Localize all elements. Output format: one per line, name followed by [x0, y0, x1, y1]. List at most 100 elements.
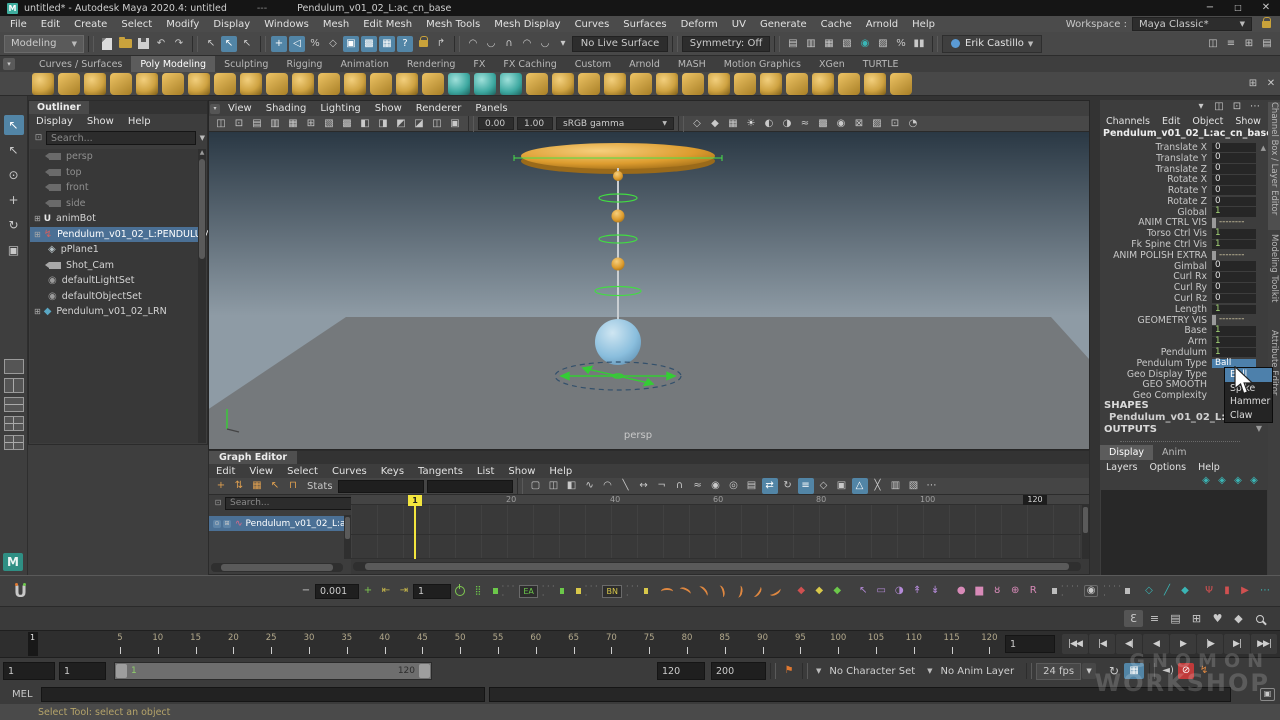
shelf-item-cylinder-icon[interactable]	[84, 73, 106, 95]
channel-row-torso-ctrl-vis[interactable]: Torso Ctrl Vis1	[1100, 228, 1268, 239]
channel-row-translate-x[interactable]: Translate X0	[1100, 142, 1268, 153]
pause-viewport-icon[interactable]: ▮▮	[911, 36, 927, 52]
shelf-item-separate-icon[interactable]	[552, 73, 574, 95]
shelf-tab-poly-modeling[interactable]: Poly Modeling	[131, 56, 215, 72]
cb-menu-edit[interactable]: Edit	[1156, 116, 1186, 127]
animbot-increment-button[interactable]: +	[360, 583, 376, 599]
post-infinity-icon[interactable]: ▧	[906, 478, 922, 494]
hyperbolic-spread-icon[interactable]: ◫	[1211, 99, 1227, 115]
shelf-item-mirror-icon[interactable]	[890, 73, 912, 95]
animbot-rig-tools-icon[interactable]: ⊞	[1187, 610, 1206, 627]
menu-mesh-display[interactable]: Mesh Display	[487, 19, 567, 30]
outliner-item-defaultobjectset[interactable]: ◉defaultObjectSet	[30, 289, 198, 305]
safe-action-icon[interactable]: ◫	[429, 116, 445, 132]
sound-mute-icon[interactable]: ◄)	[1160, 663, 1176, 679]
play-forwards-button[interactable]: ▶	[1170, 634, 1196, 654]
clamped-tangents-icon[interactable]: ◠	[600, 478, 616, 494]
channel-row-pendulum[interactable]: Pendulum1	[1100, 347, 1268, 358]
animbot-expression-icon[interactable]: Ɛ	[1124, 610, 1143, 627]
minimize-button[interactable]: −	[1197, 0, 1223, 16]
ease-slider-end-icon[interactable]	[560, 588, 565, 594]
live-surface-field[interactable]: No Live Surface	[572, 36, 668, 52]
safe-title-icon[interactable]: ▣	[447, 116, 463, 132]
shelf-tab-motion-graphics[interactable]: Motion Graphics	[715, 56, 810, 72]
curve-snap-b-icon[interactable]: ◡	[537, 36, 553, 52]
auto-frame-icon[interactable]: ⇄	[762, 478, 778, 494]
viewport-menu-renderer[interactable]: Renderer	[409, 103, 469, 114]
command-result-field[interactable]	[489, 687, 1231, 702]
channel-value-field[interactable]: 1	[1212, 326, 1256, 336]
channel-row-base[interactable]: Base1	[1100, 326, 1268, 337]
select-component-icon[interactable]: ↖	[239, 36, 255, 52]
menu-create[interactable]: Create	[67, 19, 114, 30]
exposure-icon-icon[interactable]: ⊡	[887, 116, 903, 132]
bookmark-flag-icon[interactable]: ⚑	[781, 663, 797, 679]
channel-row-translate-z[interactable]: Translate Z0	[1100, 164, 1268, 175]
menu-windows[interactable]: Windows	[257, 19, 316, 30]
plateau-tangent-icon[interactable]	[767, 583, 783, 599]
step-fwd-key-button[interactable]: ▶|	[1224, 634, 1250, 654]
shelf-item-gear-icon[interactable]	[318, 73, 340, 95]
empty-layer-icon[interactable]: ◈	[1231, 475, 1245, 487]
four-pane-layout-button[interactable]	[4, 416, 24, 431]
shelf-item-soccer-ball-icon[interactable]	[344, 73, 366, 95]
key-diamond-icon[interactable]: ◆	[1177, 583, 1193, 599]
outliner-item-pplane1[interactable]: ◈pPlane1	[30, 242, 198, 258]
playback-start-field[interactable]	[59, 662, 106, 680]
lattice-deform-keys-icon[interactable]: ▦	[249, 478, 265, 494]
shelf-item-bridge-icon[interactable]	[812, 73, 834, 95]
channel-row-translate-y[interactable]: Translate Y0	[1100, 153, 1268, 164]
outliner-item-side[interactable]: side	[30, 196, 198, 212]
hypershade-icon[interactable]: ▧	[839, 36, 855, 52]
shadows-toggle-icon[interactable]: ◐	[761, 116, 777, 132]
outliner-item-persp[interactable]: persp	[30, 149, 198, 165]
break-tangents-icon[interactable]: ↻	[780, 478, 796, 494]
ipr-render-icon[interactable]: ▥	[803, 36, 819, 52]
two-pane-layout-button[interactable]	[4, 378, 24, 393]
shelf-item-edge-flow-icon[interactable]	[708, 73, 730, 95]
go-to-start-button[interactable]: |◀◀	[1062, 634, 1088, 654]
outliner-scrollbar[interactable]: ▲	[198, 149, 206, 443]
time-tick-50[interactable]: 50	[445, 633, 475, 643]
time-tick-25[interactable]: 25	[256, 633, 286, 643]
select-hierarchy-icon[interactable]: ↖	[203, 36, 219, 52]
render-current-frame-icon[interactable]: ▤	[785, 36, 801, 52]
shelf-tab-curves-surfaces[interactable]: Curves / Surfaces	[30, 56, 131, 72]
channel-value-field[interactable]: 0	[1212, 261, 1256, 271]
time-tick-95[interactable]: 95	[785, 633, 815, 643]
animbot-grid-icon[interactable]: ⣿	[470, 583, 486, 599]
speed-ramp-icon[interactable]: ▾	[1193, 99, 1209, 115]
ge-menu-keys[interactable]: Keys	[374, 466, 411, 477]
select-camera-icon[interactable]: ◫	[213, 116, 229, 132]
paint-select-tool-icon[interactable]: ⊙	[4, 165, 24, 185]
shelf-item-boolean-intersection-icon[interactable]	[500, 73, 522, 95]
animbot-next-key-icon[interactable]: ⇥	[396, 583, 412, 599]
time-tick-85[interactable]: 85	[710, 633, 740, 643]
rig-picker-icon[interactable]: R	[1025, 583, 1041, 599]
evaluation-mode-icon[interactable]: ↯	[1196, 663, 1212, 679]
menu-curves[interactable]: Curves	[568, 19, 617, 30]
cb-menu-show[interactable]: Show	[1229, 116, 1267, 127]
range-handle-left[interactable]	[116, 664, 127, 678]
loop-playback-icon[interactable]: ↻	[1106, 663, 1122, 679]
channel-row-curl-rx[interactable]: Curl Rx0	[1100, 272, 1268, 283]
bookmarks-icon[interactable]: ▥	[267, 116, 283, 132]
animbot-tween-slider[interactable]: · · · · ·◉· · · · ·	[1052, 582, 1130, 600]
menu-edit-mesh[interactable]: Edit Mesh	[356, 19, 419, 30]
frame-all-icon[interactable]: ▢	[528, 478, 544, 494]
menu-help[interactable]: Help	[905, 19, 942, 30]
space-switch-icon[interactable]: ȣ	[989, 583, 1005, 599]
channel-row-arm[interactable]: Arm1	[1100, 336, 1268, 347]
workspace-selector[interactable]: Maya Classic*▼	[1132, 17, 1252, 31]
shelf-item-smooth-icon[interactable]	[630, 73, 652, 95]
new-layer-from-selected-icon[interactable]: ◈	[1247, 475, 1261, 487]
time-tick-65[interactable]: 65	[559, 633, 589, 643]
multisample-aa-icon[interactable]: ▩	[815, 116, 831, 132]
channel-row-curl-rz[interactable]: Curl Rz0	[1100, 293, 1268, 304]
range-handle-right[interactable]	[419, 664, 430, 678]
shelf-item-bevel-icon[interactable]	[786, 73, 808, 95]
animbot-blend-slider[interactable]: · · · ·BN· · · ·	[576, 582, 648, 600]
channel-row-length[interactable]: Length1	[1100, 304, 1268, 315]
channel-row-rotate-x[interactable]: Rotate X0	[1100, 174, 1268, 185]
shelf-item-multi-cut-icon[interactable]	[682, 73, 704, 95]
